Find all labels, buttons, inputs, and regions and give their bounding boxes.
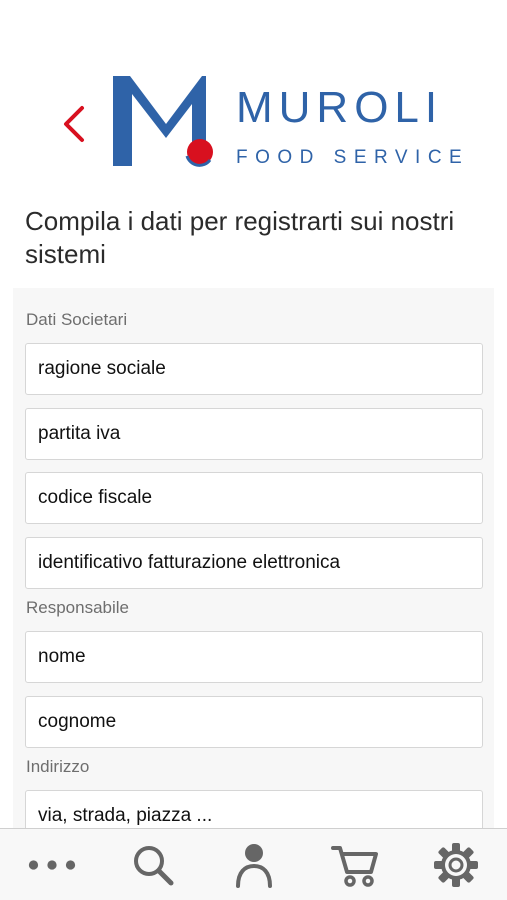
page-title: Compila i dati per registrarti sui nostr… <box>25 206 455 269</box>
user-icon <box>236 844 272 888</box>
registration-form: Dati Societari Responsabile Indirizzo <box>13 288 494 828</box>
cognome-field[interactable] <box>25 696 483 748</box>
tab-profile[interactable] <box>229 841 279 889</box>
tab-settings[interactable] <box>431 841 481 889</box>
bottom-tab-bar <box>0 828 507 900</box>
tab-search[interactable] <box>128 841 178 889</box>
gear-icon <box>434 843 478 887</box>
tab-cart[interactable] <box>330 841 380 889</box>
codice-fiscale-field[interactable] <box>25 472 483 524</box>
more-icon <box>28 860 76 870</box>
identificativo-fatturazione-field[interactable] <box>25 537 483 589</box>
ragione-sociale-field[interactable] <box>25 343 483 395</box>
nome-field[interactable] <box>25 631 483 683</box>
chevron-left-icon <box>64 106 84 142</box>
search-icon <box>134 846 174 886</box>
section-label-dati-societari: Dati Societari <box>26 310 128 329</box>
back-button[interactable] <box>58 100 94 148</box>
tab-more[interactable] <box>27 841 77 889</box>
section-label-responsabile: Responsabile <box>26 598 130 617</box>
section-label-indirizzo: Indirizzo <box>26 757 90 776</box>
brand-name: MUROLI <box>236 83 444 132</box>
brand-subtitle: FOOD SERVICE <box>236 147 470 168</box>
cart-icon <box>331 846 378 887</box>
app-header: MUROLI FOOD SERVICE <box>0 0 507 190</box>
indirizzo-field[interactable] <box>25 790 483 828</box>
brand-logo-icon <box>113 76 213 167</box>
partita-iva-field[interactable] <box>25 408 483 460</box>
